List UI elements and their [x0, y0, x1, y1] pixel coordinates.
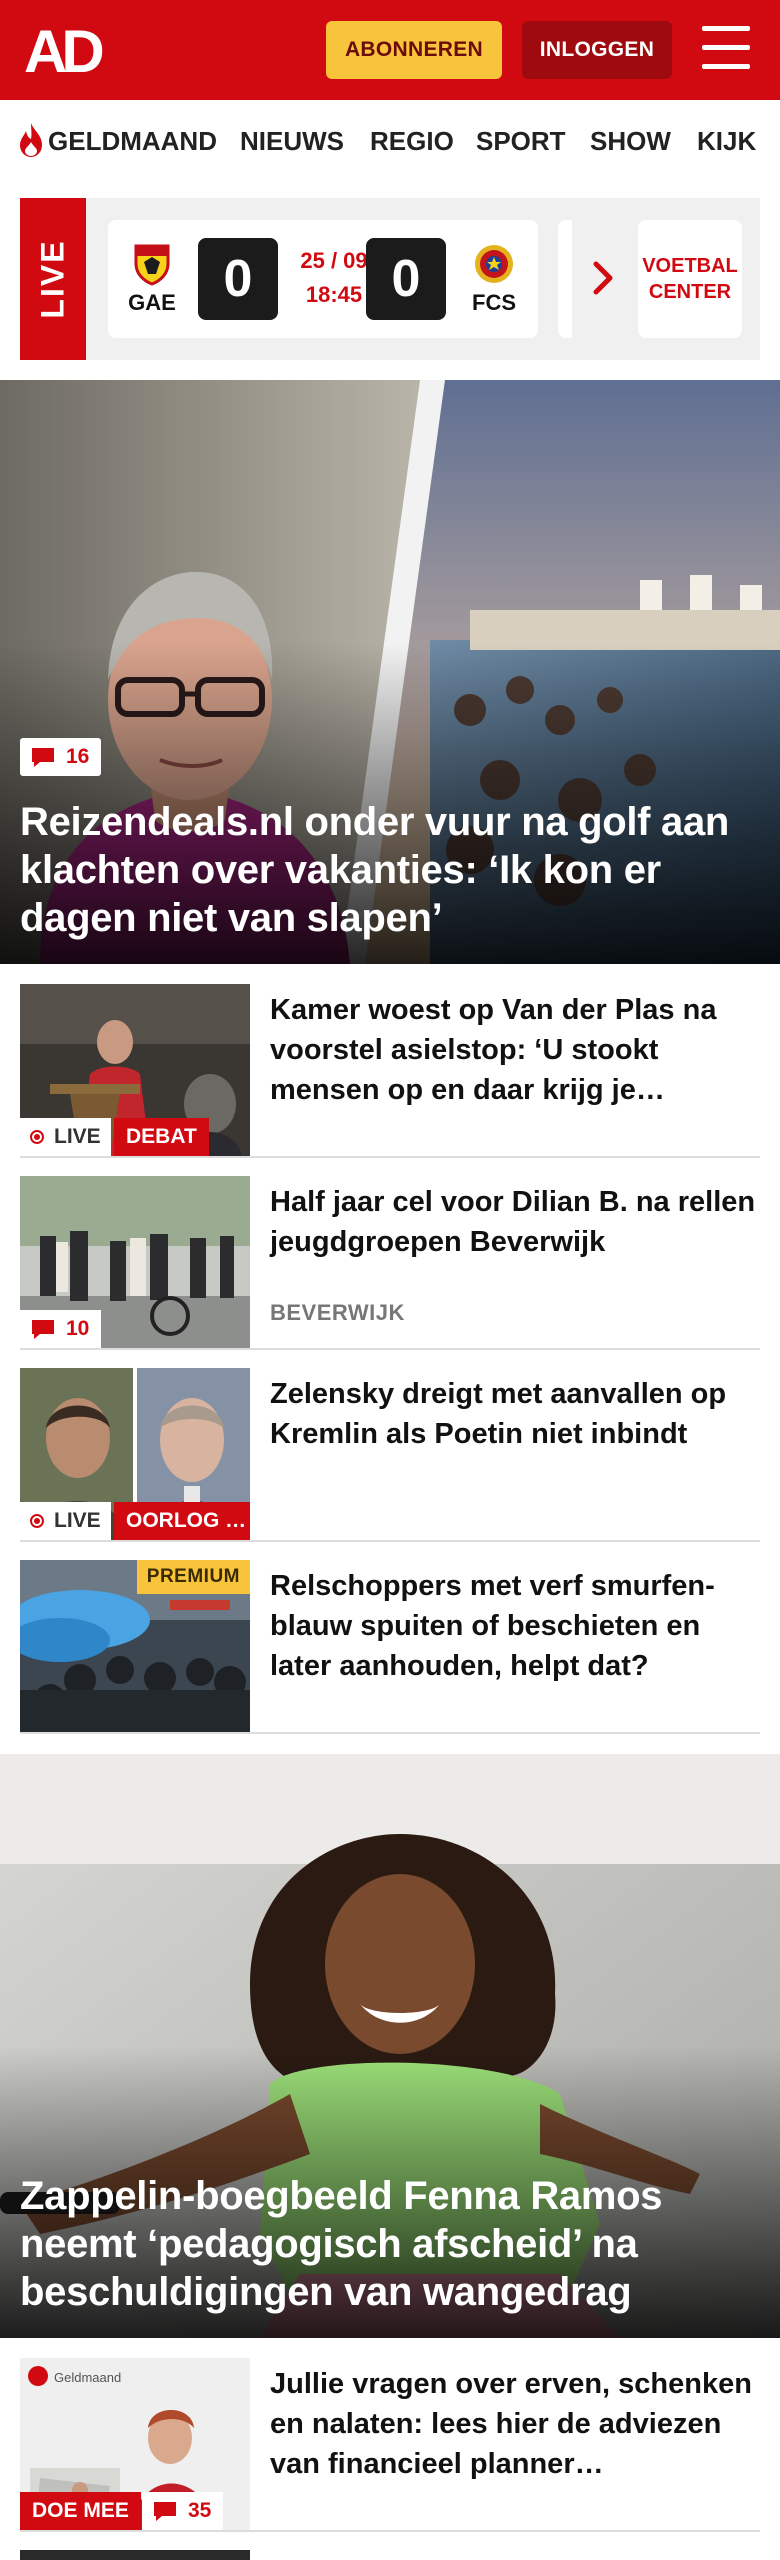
- live-scores-bar: LIVE GAE 0 25 / 09 18:45 0 FCS VOETBAL C…: [20, 198, 760, 360]
- article-item[interactable]: 10 Half jaar cel voor Dilian B. na relle…: [20, 1176, 760, 1350]
- category-tag: DEBAT: [114, 1118, 209, 1156]
- article-thumbnail: Geldmaand DOE MEE 35: [20, 2358, 250, 2530]
- article-thumbnail: LIVE OORLOG …: [20, 1368, 250, 1540]
- live-tag: LIVE: [20, 1118, 111, 1156]
- hero-article[interactable]: 16 Reizendeals.nl onder vuur na golf aan…: [0, 380, 780, 964]
- chevron-right-icon[interactable]: [592, 258, 616, 298]
- flame-icon: [20, 123, 42, 157]
- category-tag: OORLOG …: [114, 1502, 250, 1540]
- next-match-card-edge[interactable]: [558, 220, 572, 338]
- voetbal-center-line1: VOETBAL: [642, 255, 738, 277]
- article-item[interactable]: LIVE OORLOG … Zelensky dreigt met aanval…: [20, 1368, 760, 1542]
- nav-item-geldmaand[interactable]: GELDMAAND: [48, 126, 217, 157]
- hero2-title[interactable]: Zappelin-boegbeeld Fenna Ramos neemt ‘pe…: [20, 2172, 760, 2316]
- away-score: 0: [366, 238, 446, 320]
- article-title[interactable]: Kamer woest op Van der Plas na voorstel …: [270, 990, 760, 1110]
- hamburger-menu-icon[interactable]: [700, 26, 752, 72]
- fcsb-crest-icon: [475, 245, 513, 283]
- voetbal-center-link[interactable]: VOETBAL CENTER: [638, 220, 742, 338]
- article-item[interactable]: Geldmaand DOE MEE 35 Jullie vragen over …: [20, 2358, 760, 2532]
- match-card[interactable]: GAE 0 25 / 09 18:45 0 FCS: [108, 220, 538, 338]
- article-thumbnail: PREMIUM: [20, 1560, 250, 1732]
- thumb-brand: Geldmaand: [54, 2370, 121, 2385]
- live-dot-icon: [30, 1130, 44, 1144]
- next-article-thumbnail-partial: [20, 2550, 250, 2560]
- home-team: GAE: [122, 242, 182, 316]
- comment-count: 16: [66, 745, 90, 768]
- comment-icon: [32, 748, 54, 767]
- home-team-abbr: GAE: [128, 290, 176, 315]
- comment-count: 10: [66, 1317, 90, 1340]
- nav-item-regio[interactable]: REGIO: [370, 126, 454, 157]
- logo-text: AD: [24, 20, 102, 80]
- article-item[interactable]: PREMIUM Relschoppers met verf smurfen-bl…: [20, 1560, 760, 1734]
- voetbal-center-line2: CENTER: [648, 281, 732, 303]
- login-button[interactable]: INLOGGEN: [522, 21, 672, 79]
- article-thumbnail: 10: [20, 1176, 250, 1348]
- article-title[interactable]: Half jaar cel voor Dilian B. na rellen j…: [270, 1182, 760, 1262]
- top-header: AD ABONNEREN INLOGGEN: [0, 0, 780, 100]
- ad-logo[interactable]: AD: [24, 20, 116, 80]
- nav-item-sport[interactable]: SPORT: [476, 126, 566, 157]
- article-item[interactable]: LIVE DEBAT Kamer woest op Van der Plas n…: [20, 984, 760, 1158]
- hero-article-2[interactable]: Zappelin-boegbeeld Fenna Ramos neemt ‘pe…: [0, 1754, 780, 2338]
- article-title[interactable]: Relschoppers met verf smurfen-blauw spui…: [270, 1566, 760, 1686]
- comment-count-badge: 35: [142, 2492, 224, 2530]
- premium-badge: PREMIUM: [136, 1560, 250, 1594]
- home-score: 0: [198, 238, 278, 320]
- live-dot-icon: [30, 1514, 44, 1528]
- nav-item-show[interactable]: SHOW: [590, 126, 671, 157]
- live-badge: LIVE: [20, 198, 86, 360]
- away-team-abbr: FCS: [472, 290, 516, 315]
- comment-icon: [32, 1320, 54, 1339]
- doe-mee-tag: DOE MEE: [20, 2492, 141, 2530]
- match-time: 18:45: [305, 282, 363, 307]
- article-location: BEVERWIJK: [270, 1300, 405, 1325]
- match-date: 25 / 09: [300, 248, 368, 273]
- comment-count-badge: 10: [20, 1310, 102, 1348]
- article-thumbnail: LIVE DEBAT: [20, 984, 250, 1156]
- comment-count-badge: 16: [20, 738, 102, 776]
- section-nav: GELDMAAND NIEUWS REGIO SPORT SHOW KIJK: [0, 100, 780, 182]
- comment-icon: [154, 2502, 176, 2521]
- article-title[interactable]: Jullie vragen over erven, schenken en na…: [270, 2364, 760, 2484]
- go-ahead-eagles-crest-icon: [134, 244, 170, 286]
- comment-count: 35: [188, 2499, 212, 2522]
- match-datetime: 25 / 09 18:45: [298, 244, 370, 312]
- hero-title[interactable]: Reizendeals.nl onder vuur na golf aan kl…: [20, 798, 760, 942]
- nav-item-kijk[interactable]: KIJK: [697, 126, 756, 157]
- article-title[interactable]: Zelensky dreigt met aanvallen op Kremlin…: [270, 1374, 760, 1454]
- subscribe-button[interactable]: ABONNEREN: [326, 21, 502, 79]
- live-tag: LIVE: [20, 1502, 111, 1540]
- away-team: FCS: [464, 242, 524, 316]
- nav-item-nieuws[interactable]: NIEUWS: [240, 126, 344, 157]
